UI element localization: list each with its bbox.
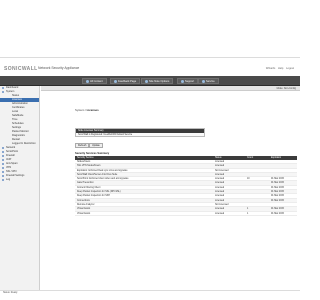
tab-service[interactable]: Service <box>198 78 219 84</box>
nav-icon <box>2 167 4 169</box>
nav-icon <box>2 171 4 173</box>
status-text: Status: Ready <box>3 292 18 294</box>
sidebar-item-label: SafeMode <box>12 114 24 117</box>
sonicwall-logo: SONICWALL <box>4 66 38 72</box>
sidebar-item-label: Firewall <box>6 154 15 157</box>
tab-site-note-options[interactable]: Site Note Options <box>141 78 174 84</box>
sidebar-item-label: Packet Monitor <box>12 130 29 133</box>
nav-icon <box>2 163 4 165</box>
top-links: Wizards Help Logout <box>264 67 294 70</box>
header-background <box>0 0 300 57</box>
nav-icon <box>2 151 4 153</box>
registration-status: SonicWall is Registered: fw-a4b2c0f4 Def… <box>78 134 133 136</box>
breadcrumb: System / Licenses <box>75 108 99 112</box>
nav-icon <box>2 155 4 157</box>
tab-icon <box>86 79 89 83</box>
sidebar-item-label: SonicPoint <box>6 150 18 153</box>
sidebar-item-label: Network <box>6 146 16 149</box>
nav-icon <box>2 179 4 181</box>
sidebar-item-label: SSL VPN <box>6 170 17 173</box>
nav-icon <box>2 175 4 177</box>
sidebar-item-label: System <box>6 90 15 93</box>
sidebar-item-label: Schedules <box>12 122 24 125</box>
sidebar-item-label: Logged In Restriction <box>12 142 36 145</box>
tab-icon <box>181 79 184 83</box>
tab-icon <box>114 79 117 83</box>
sidebar-item-label: Time <box>12 118 18 121</box>
table-cell: Licensed <box>215 212 225 215</box>
nav-icon <box>2 147 4 149</box>
sidebar-nav: Dashboard System Status Licenses Administrat… <box>0 86 40 290</box>
sidebar-item-label: Dashboard <box>6 86 19 89</box>
product-name: Network Security Appliance <box>38 66 80 70</box>
sidebar-item-label: Settings <box>12 126 22 129</box>
refresh-button[interactable]: Refresh <box>75 143 90 148</box>
nav-icon <box>2 159 4 161</box>
security-services-title: Security Services Summary <box>75 152 110 155</box>
sidebar-item-label: Certificates <box>12 106 25 109</box>
update-button[interactable]: Update <box>89 143 103 148</box>
wizards-link[interactable]: Wizards <box>266 67 275 70</box>
status-bar <box>0 290 300 300</box>
table-cell: 01 Mar 2015 <box>271 212 284 215</box>
table-row: Virtual Assist Licensed 1 01 Mar 2015 <box>75 212 297 216</box>
mode-bar: Mode: Non-Config <box>41 86 300 91</box>
tab-icon <box>202 79 205 83</box>
tab-feedback-page[interactable]: Feedback Page <box>110 78 141 84</box>
sidebar-item-label: Local <box>12 110 18 113</box>
tab-support[interactable]: Support <box>177 78 199 84</box>
main-content: Mode: Non-Config System / Licenses Node … <box>41 86 300 290</box>
sidebar-item-label: VoIP <box>6 158 12 161</box>
nav-icon <box>2 91 4 93</box>
sidebar-item-label: Anti-Spam <box>6 162 18 165</box>
sidebar-item-label: Administration <box>12 102 28 105</box>
nav-icon <box>2 87 4 89</box>
sidebar-item-label: Licenses <box>12 98 22 101</box>
registration-box: Node Licenses Summary SonicWall is Regis… <box>75 128 205 137</box>
sidebar-item-label: Log <box>6 178 11 181</box>
sidebar-item-label: Firewall Settings <box>6 174 25 177</box>
security-services-table: Security Service Status Count Expiration… <box>75 156 297 216</box>
sidebar-item-label: Diagnostics <box>12 134 25 137</box>
help-link[interactable]: Help <box>278 67 283 70</box>
sidebar-item-label: Restart <box>12 138 21 141</box>
tab-icon <box>145 79 148 83</box>
table-cell: Virtual Assist <box>77 212 91 215</box>
sidebar-item[interactable]: Log <box>0 178 39 182</box>
tab-all-content[interactable]: All Content <box>82 78 107 84</box>
sidebar-item-label: Status <box>12 94 20 97</box>
page-title: Licenses <box>86 108 99 112</box>
mode-status: Mode: Non-Config <box>276 87 296 90</box>
sidebar-item-label: VPN <box>6 166 12 169</box>
table-cell: 1 <box>247 212 249 215</box>
logout-link[interactable]: Logout <box>286 67 294 70</box>
